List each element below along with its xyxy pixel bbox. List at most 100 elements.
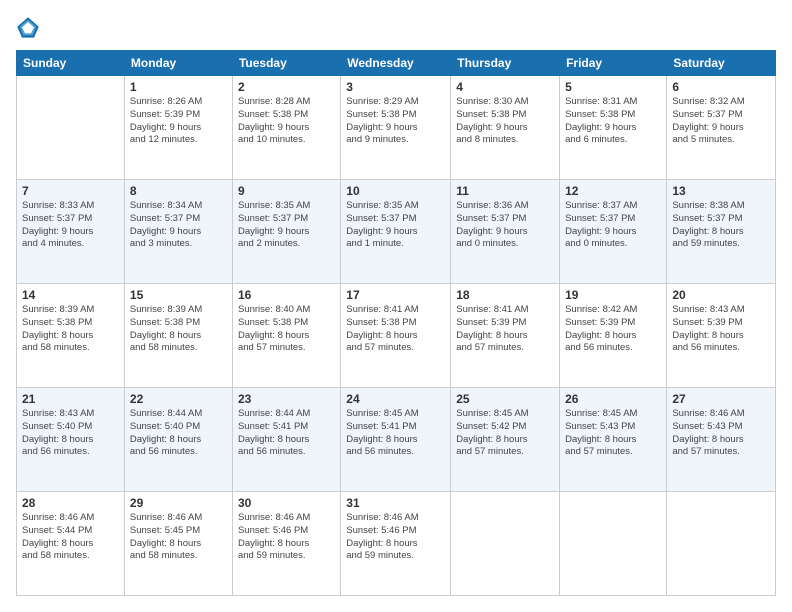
calendar-cell: 26 Sunrise: 8:45 AM Sunset: 5:43 PM Dayli… [560,388,667,492]
calendar-cell: 21 Sunrise: 8:43 AM Sunset: 5:40 PM Dayli… [17,388,125,492]
day-number: 5 [565,80,661,94]
day-number: 30 [238,496,335,510]
day-info: Sunrise: 8:41 AM Sunset: 5:39 PM Dayligh… [456,304,554,355]
calendar-cell: 1 Sunrise: 8:26 AM Sunset: 5:39 PM Daylig… [124,76,232,180]
calendar-cell: 6 Sunrise: 8:32 AM Sunset: 5:37 PM Daylig… [667,76,776,180]
day-number: 10 [346,184,445,198]
day-info: Sunrise: 8:26 AM Sunset: 5:39 PM Dayligh… [130,96,227,147]
day-number: 24 [346,392,445,406]
calendar-cell: 8Sunrise: 8:34 AM Sunset: 5:37 PM Daylig… [124,180,232,284]
day-number: 6 [672,80,770,94]
calendar-cell [17,76,125,180]
day-info: Sunrise: 8:45 AM Sunset: 5:42 PM Dayligh… [456,408,554,459]
day-info: Sunrise: 8:32 AM Sunset: 5:37 PM Dayligh… [672,96,770,147]
day-number: 21 [22,392,119,406]
weekday-header-sunday: Sunday [17,51,125,76]
day-number: 11 [456,184,554,198]
day-info: Sunrise: 8:34 AM Sunset: 5:37 PM Dayligh… [130,200,227,251]
calendar-cell: 20 Sunrise: 8:43 AM Sunset: 5:39 PM Dayli… [667,284,776,388]
calendar-cell [667,492,776,596]
day-info: Sunrise: 8:35 AM Sunset: 5:37 PM Dayligh… [346,200,445,251]
day-number: 7 [22,184,119,198]
day-number: 29 [130,496,227,510]
logo [16,16,44,40]
weekday-header-tuesday: Tuesday [232,51,340,76]
calendar-cell: 25Sunrise: 8:45 AM Sunset: 5:42 PM Dayli… [451,388,560,492]
calendar-cell: 27 Sunrise: 8:46 AM Sunset: 5:43 PM Dayli… [667,388,776,492]
day-info: Sunrise: 8:33 AM Sunset: 5:37 PM Dayligh… [22,200,119,251]
day-info: Sunrise: 8:45 AM Sunset: 5:41 PM Dayligh… [346,408,445,459]
calendar-cell: 9 Sunrise: 8:35 AM Sunset: 5:37 PM Daylig… [232,180,340,284]
day-info: Sunrise: 8:44 AM Sunset: 5:41 PM Dayligh… [238,408,335,459]
calendar-cell [451,492,560,596]
day-info: Sunrise: 8:39 AM Sunset: 5:38 PM Dayligh… [22,304,119,355]
logo-icon [16,16,40,40]
day-info: Sunrise: 8:46 AM Sunset: 5:46 PM Dayligh… [238,512,335,563]
day-info: Sunrise: 8:38 AM Sunset: 5:37 PM Dayligh… [672,200,770,251]
day-info: Sunrise: 8:40 AM Sunset: 5:38 PM Dayligh… [238,304,335,355]
day-number: 27 [672,392,770,406]
calendar-week-2: 14 Sunrise: 8:39 AM Sunset: 5:38 PM Dayli… [17,284,776,388]
calendar-cell: 19 Sunrise: 8:42 AM Sunset: 5:39 PM Dayli… [560,284,667,388]
day-number: 9 [238,184,335,198]
day-number: 20 [672,288,770,302]
calendar-cell: 14 Sunrise: 8:39 AM Sunset: 5:38 PM Dayli… [17,284,125,388]
calendar-cell: 30 Sunrise: 8:46 AM Sunset: 5:46 PM Dayli… [232,492,340,596]
day-info: Sunrise: 8:28 AM Sunset: 5:38 PM Dayligh… [238,96,335,147]
day-number: 2 [238,80,335,94]
day-number: 28 [22,496,119,510]
page-header [16,16,776,40]
day-number: 26 [565,392,661,406]
calendar-cell: 5Sunrise: 8:31 AM Sunset: 5:38 PM Daylig… [560,76,667,180]
calendar-cell: 12 Sunrise: 8:37 AM Sunset: 5:37 PM Dayli… [560,180,667,284]
calendar-cell: 17Sunrise: 8:41 AM Sunset: 5:38 PM Dayli… [341,284,451,388]
calendar-week-4: 28Sunrise: 8:46 AM Sunset: 5:44 PM Dayli… [17,492,776,596]
weekday-header-monday: Monday [124,51,232,76]
day-info: Sunrise: 8:46 AM Sunset: 5:45 PM Dayligh… [130,512,227,563]
calendar-cell: 3Sunrise: 8:29 AM Sunset: 5:38 PM Daylig… [341,76,451,180]
day-number: 23 [238,392,335,406]
day-info: Sunrise: 8:46 AM Sunset: 5:43 PM Dayligh… [672,408,770,459]
day-info: Sunrise: 8:43 AM Sunset: 5:40 PM Dayligh… [22,408,119,459]
day-number: 18 [456,288,554,302]
day-info: Sunrise: 8:45 AM Sunset: 5:43 PM Dayligh… [565,408,661,459]
day-number: 15 [130,288,227,302]
calendar-cell: 7 Sunrise: 8:33 AM Sunset: 5:37 PM Daylig… [17,180,125,284]
calendar-cell: 28Sunrise: 8:46 AM Sunset: 5:44 PM Dayli… [17,492,125,596]
calendar-cell: 13 Sunrise: 8:38 AM Sunset: 5:37 PM Dayli… [667,180,776,284]
calendar-cell: 18 Sunrise: 8:41 AM Sunset: 5:39 PM Dayli… [451,284,560,388]
day-number: 14 [22,288,119,302]
weekday-header-thursday: Thursday [451,51,560,76]
day-number: 22 [130,392,227,406]
day-number: 16 [238,288,335,302]
day-number: 4 [456,80,554,94]
day-info: Sunrise: 8:41 AM Sunset: 5:38 PM Dayligh… [346,304,445,355]
day-info: Sunrise: 8:43 AM Sunset: 5:39 PM Dayligh… [672,304,770,355]
calendar-cell: 2 Sunrise: 8:28 AM Sunset: 5:38 PM Daylig… [232,76,340,180]
page-container: SundayMondayTuesdayWednesdayThursdayFrid… [0,0,792,612]
calendar-cell: 31 Sunrise: 8:46 AM Sunset: 5:46 PM Dayli… [341,492,451,596]
calendar-cell: 15 Sunrise: 8:39 AM Sunset: 5:38 PM Dayli… [124,284,232,388]
day-number: 31 [346,496,445,510]
day-info: Sunrise: 8:46 AM Sunset: 5:46 PM Dayligh… [346,512,445,563]
calendar-week-0: 1 Sunrise: 8:26 AM Sunset: 5:39 PM Daylig… [17,76,776,180]
calendar-cell: 10 Sunrise: 8:35 AM Sunset: 5:37 PM Dayli… [341,180,451,284]
day-number: 12 [565,184,661,198]
day-number: 19 [565,288,661,302]
day-info: Sunrise: 8:35 AM Sunset: 5:37 PM Dayligh… [238,200,335,251]
day-info: Sunrise: 8:37 AM Sunset: 5:37 PM Dayligh… [565,200,661,251]
calendar-table: SundayMondayTuesdayWednesdayThursdayFrid… [16,50,776,596]
weekday-header-saturday: Saturday [667,51,776,76]
calendar-cell: 16 Sunrise: 8:40 AM Sunset: 5:38 PM Dayli… [232,284,340,388]
calendar-cell [560,492,667,596]
day-info: Sunrise: 8:39 AM Sunset: 5:38 PM Dayligh… [130,304,227,355]
day-info: Sunrise: 8:29 AM Sunset: 5:38 PM Dayligh… [346,96,445,147]
calendar-cell: 4 Sunrise: 8:30 AM Sunset: 5:38 PM Daylig… [451,76,560,180]
calendar-cell: 11Sunrise: 8:36 AM Sunset: 5:37 PM Dayli… [451,180,560,284]
day-info: Sunrise: 8:42 AM Sunset: 5:39 PM Dayligh… [565,304,661,355]
weekday-header-row: SundayMondayTuesdayWednesdayThursdayFrid… [17,51,776,76]
day-info: Sunrise: 8:30 AM Sunset: 5:38 PM Dayligh… [456,96,554,147]
calendar-week-1: 7 Sunrise: 8:33 AM Sunset: 5:37 PM Daylig… [17,180,776,284]
day-number: 13 [672,184,770,198]
day-number: 1 [130,80,227,94]
